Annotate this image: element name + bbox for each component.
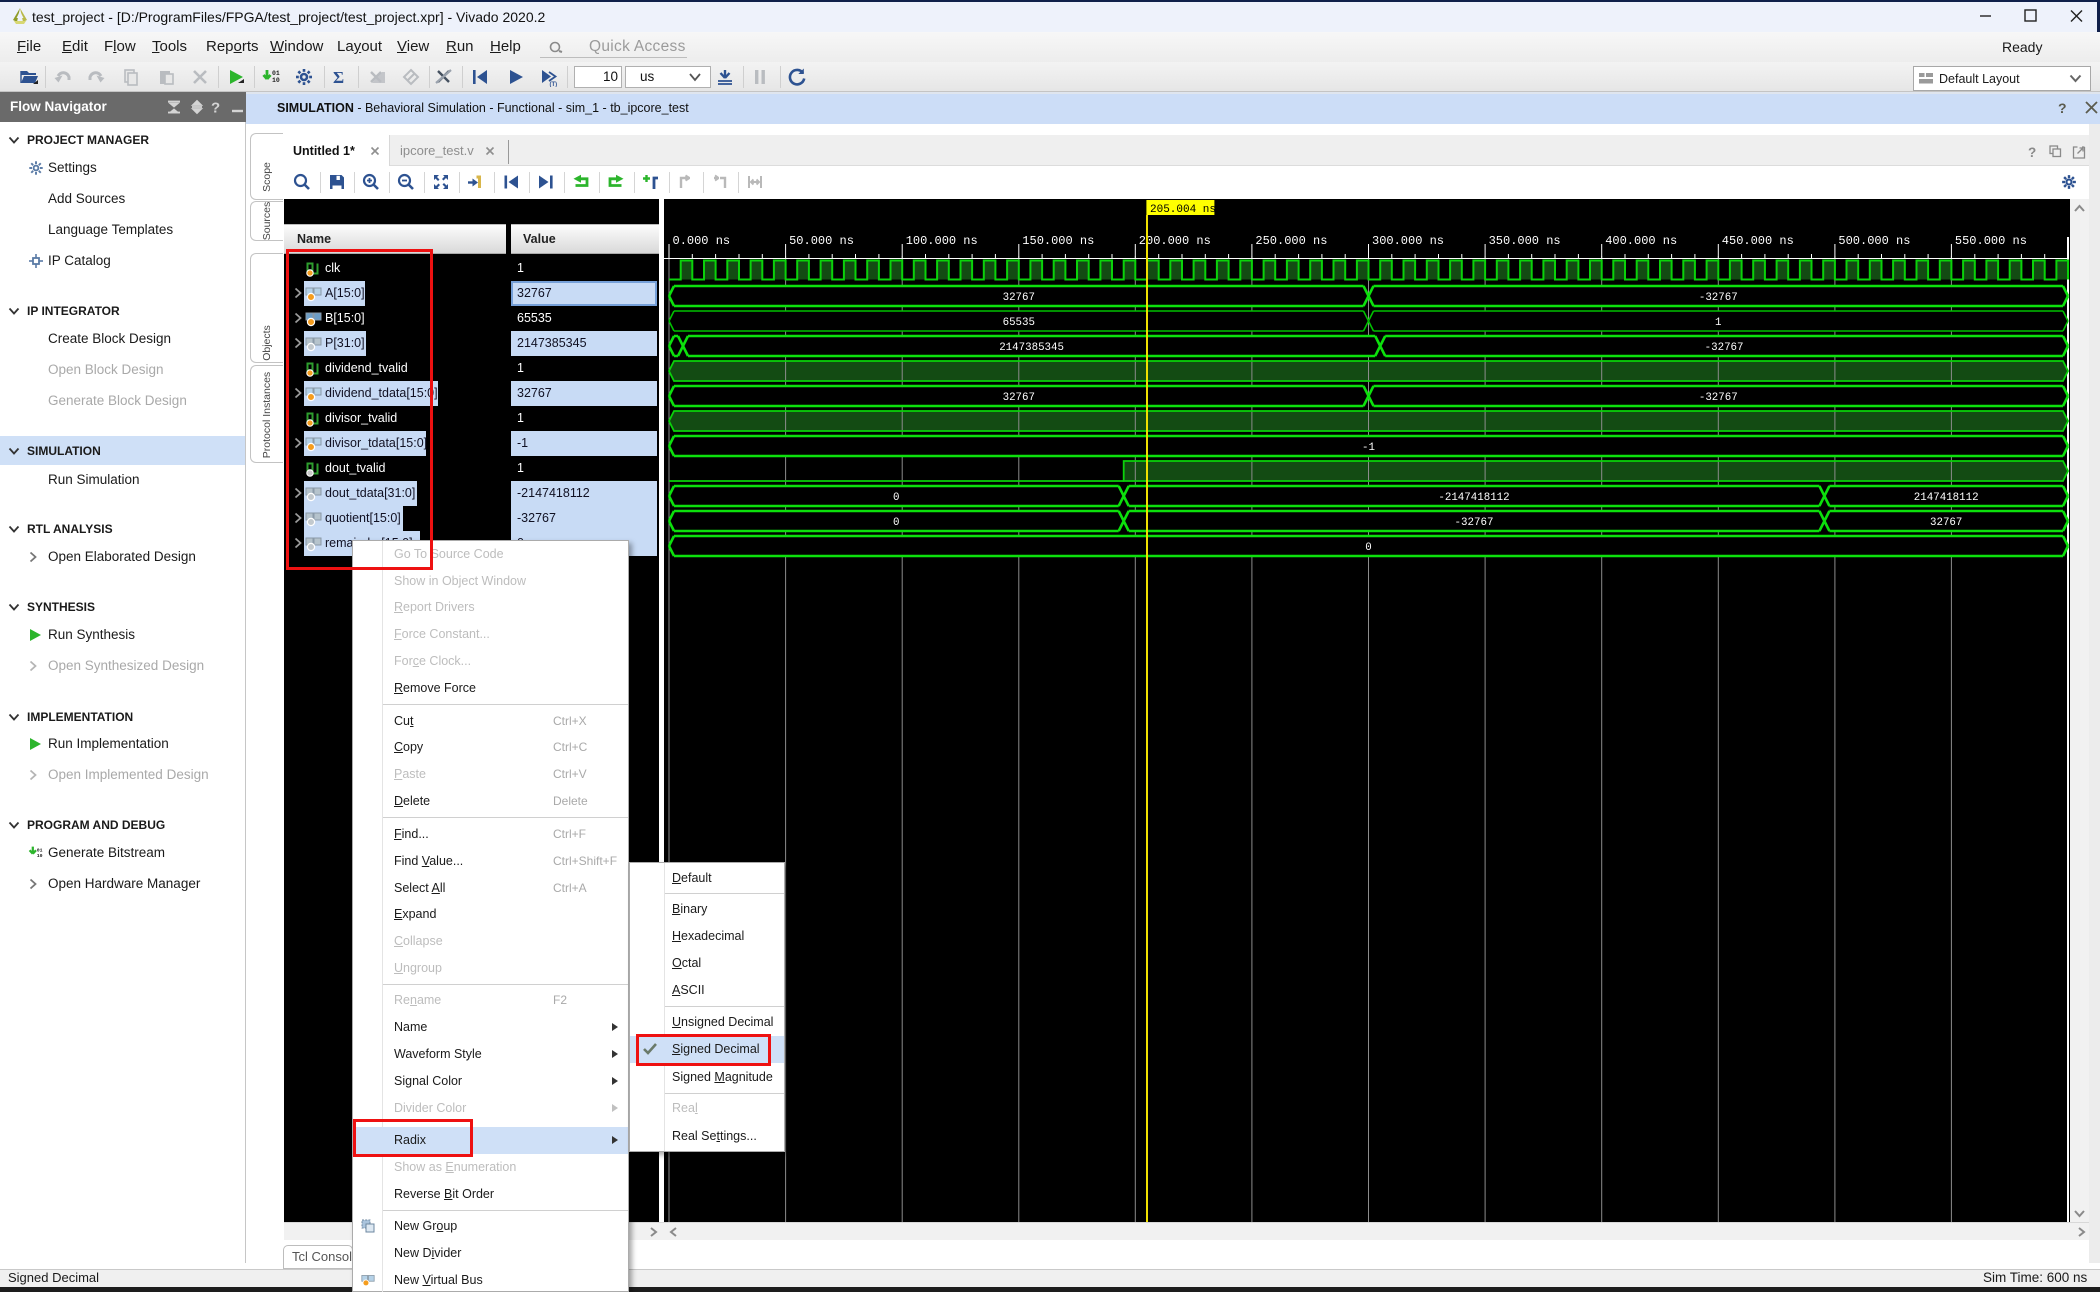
- svg-text:Σ: Σ: [333, 68, 344, 87]
- svg-text:10: 10: [37, 853, 43, 859]
- svg-text:-32767: -32767: [1705, 342, 1744, 354]
- svg-text:0: 0: [1365, 542, 1371, 554]
- svg-text:10: 10: [272, 77, 280, 84]
- svg-text:250.000 ns: 250.000 ns: [1255, 234, 1327, 248]
- svg-text:?: ?: [2058, 100, 2067, 116]
- svg-text:32767: 32767: [1003, 392, 1035, 404]
- svg-text:100.000 ns: 100.000 ns: [906, 234, 978, 248]
- svg-text:-2147418112: -2147418112: [1438, 492, 1509, 504]
- svg-text:?: ?: [211, 100, 220, 116]
- svg-text:550.000 ns: 550.000 ns: [1955, 234, 2027, 248]
- svg-text:-1: -1: [1362, 442, 1375, 454]
- svg-text:32767: 32767: [1930, 517, 1962, 529]
- svg-text:01: 01: [272, 70, 280, 77]
- svg-text:50.000 ns: 50.000 ns: [789, 234, 854, 248]
- svg-text:450.000 ns: 450.000 ns: [1722, 234, 1794, 248]
- svg-text:300.000 ns: 300.000 ns: [1372, 234, 1444, 248]
- svg-text:350.000 ns: 350.000 ns: [1489, 234, 1561, 248]
- svg-text:0.000 ns: 0.000 ns: [673, 234, 731, 248]
- svg-text:-32767: -32767: [1699, 392, 1738, 404]
- svg-text:-32767: -32767: [1699, 292, 1738, 304]
- svg-text:500.000 ns: 500.000 ns: [1838, 234, 1910, 248]
- svg-text:150.000 ns: 150.000 ns: [1022, 234, 1094, 248]
- svg-text:1: 1: [1715, 317, 1721, 329]
- svg-text:65535: 65535: [1003, 317, 1035, 329]
- svg-text:200.000 ns: 200.000 ns: [1139, 234, 1211, 248]
- svg-text:205.004 ns: 205.004 ns: [1150, 204, 1216, 216]
- svg-text:-32767: -32767: [1455, 517, 1494, 529]
- svg-text:?: ?: [2028, 145, 2036, 160]
- svg-text:0: 0: [893, 517, 899, 529]
- svg-text:0: 0: [893, 492, 899, 504]
- svg-text:2147418112: 2147418112: [1914, 492, 1979, 504]
- svg-text:01: 01: [37, 847, 43, 853]
- svg-text:32767: 32767: [1003, 292, 1035, 304]
- svg-text:400.000 ns: 400.000 ns: [1605, 234, 1677, 248]
- svg-text:(T): (T): [550, 82, 558, 87]
- svg-text:2147385345: 2147385345: [999, 342, 1064, 354]
